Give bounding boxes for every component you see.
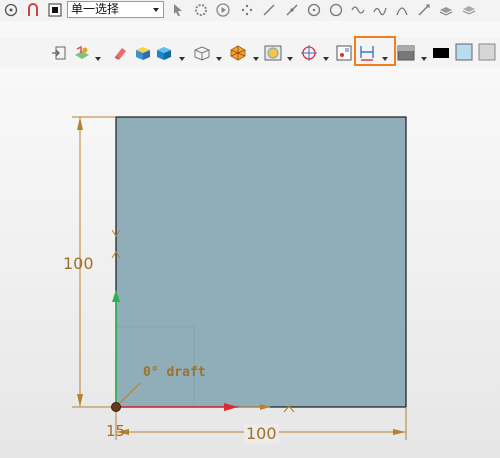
height-arrow-top bbox=[77, 117, 83, 130]
origin-point[interactable] bbox=[111, 402, 121, 412]
graphics-canvas[interactable] bbox=[0, 0, 500, 458]
height-arrow-bottom bbox=[77, 394, 83, 407]
small-dimension-value[interactable]: 15 bbox=[106, 422, 125, 440]
sketch-square[interactable] bbox=[115, 116, 407, 408]
width-dimension-value[interactable]: 100 bbox=[244, 424, 279, 443]
height-dimension-value[interactable]: 100 bbox=[63, 254, 94, 273]
width-arrow-right bbox=[393, 429, 406, 435]
draft-annotation[interactable]: 0° draft bbox=[143, 365, 206, 380]
